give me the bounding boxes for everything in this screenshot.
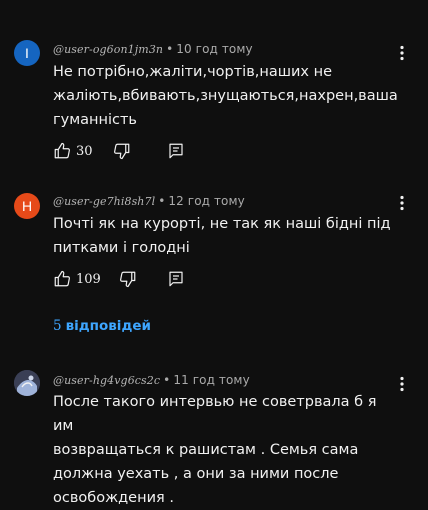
comment-author[interactable]: @user-hg4vg6cs2c — [53, 374, 160, 387]
thumb-down-icon[interactable] — [113, 142, 131, 160]
comment-text: После такого интервью не советрвала б я … — [53, 394, 377, 506]
comment-actions: 109 — [53, 270, 193, 290]
more-vert-icon[interactable] — [393, 44, 411, 62]
avatar-letter: I — [25, 45, 29, 61]
replies-count: 5 — [53, 318, 62, 334]
comment-text: Не потрібно,жаліти,чортів,наших не жалію… — [53, 64, 398, 128]
comment-time[interactable]: 10 год тому — [176, 42, 252, 56]
comment-actions: 30 — [53, 142, 193, 162]
comment-meta: @user-og6on1jm3n • 10 год тому — [53, 42, 253, 56]
replies-label: відповідей — [65, 318, 151, 334]
comment: I @user-og6on1jm3n • 10 год тому Не потріб… — [0, 0, 428, 175]
avatar-letter: H — [21, 198, 33, 214]
like-count: 30 — [76, 144, 93, 159]
more-vert-icon[interactable] — [393, 194, 411, 212]
like-count: 109 — [76, 272, 101, 287]
comment-author[interactable]: @user-ge7hi8sh7l — [53, 195, 155, 208]
avatar-image-icon — [14, 370, 40, 396]
thumb-up-icon[interactable] — [53, 142, 71, 160]
comment-text: Почті як на курорті, не так як наші бідн… — [53, 216, 391, 256]
comment: H @user-ge7hi8sh7l • 12 год тому Почті як … — [0, 175, 428, 295]
view-replies-button[interactable]: 5 відповідей — [53, 318, 151, 334]
avatar[interactable]: I — [14, 40, 40, 66]
reply-icon[interactable] — [167, 142, 185, 160]
avatar[interactable] — [14, 370, 40, 396]
thumb-down-icon[interactable] — [119, 270, 137, 288]
comment-meta: @user-hg4vg6cs2c • 11 год тому — [53, 373, 250, 387]
comment-time[interactable]: 11 год тому — [173, 373, 249, 387]
comment-author[interactable]: @user-og6on1jm3n — [53, 43, 163, 56]
reply-icon[interactable] — [167, 270, 185, 288]
more-vert-icon[interactable] — [393, 375, 411, 393]
avatar[interactable]: H — [14, 193, 40, 219]
thumb-up-icon[interactable] — [53, 270, 71, 288]
comment-time[interactable]: 12 год тому — [168, 194, 244, 208]
comment-meta: @user-ge7hi8sh7l • 12 год тому — [53, 194, 245, 208]
comment: @user-hg4vg6cs2c • 11 год тому После таког… — [0, 360, 428, 506]
